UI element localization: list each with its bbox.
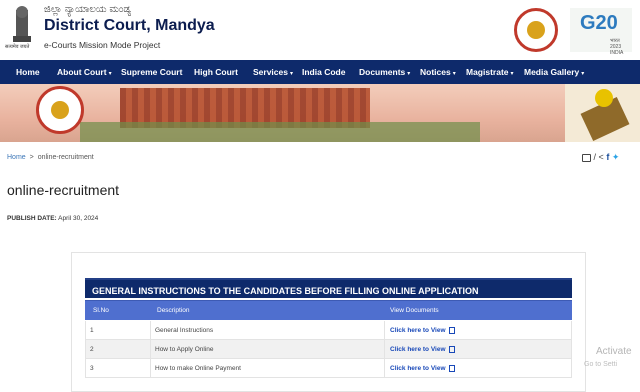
nav-label: High Court — [194, 67, 238, 77]
nav-item-media-gallery[interactable]: Media Gallery ▾ — [524, 60, 584, 84]
high-court-seal-icon — [514, 8, 558, 52]
g20-logo: G20 भारत 2023 INDIA — [570, 8, 632, 56]
table-row: 2 How to Apply Online Click here to View — [85, 340, 572, 359]
pdf-icon — [448, 345, 455, 353]
breadcrumb: Home > online-recruitment — [7, 154, 94, 161]
chevron-down-icon: ▾ — [407, 71, 411, 77]
nav-label: Notices — [420, 67, 451, 77]
view-document-link[interactable]: Click here to View — [390, 359, 455, 378]
publish-date-label: PUBLISH DATE: — [7, 215, 57, 222]
cell-slno: 3 — [90, 365, 94, 372]
link-label: Click here to View — [390, 346, 446, 353]
pdf-icon — [448, 364, 455, 372]
breadcrumb-current: online-recruitment — [37, 154, 94, 161]
share-divider: / — [593, 152, 597, 162]
nav-item-about-court[interactable]: About Court ▾ — [57, 60, 112, 84]
nav-item-supreme-court[interactable]: Supreme Court — [121, 60, 182, 84]
share-icon[interactable]: < — [599, 152, 604, 162]
g20-logo-text: G20 — [580, 12, 618, 34]
court-logo-icon — [36, 86, 84, 134]
share-tools: / < f ✦ — [582, 152, 619, 163]
column-divider — [384, 321, 385, 340]
nav-item-high-court[interactable]: High Court — [194, 60, 238, 84]
chevron-down-icon: ▾ — [108, 71, 112, 77]
column-header-view-documents: View Documents — [390, 307, 439, 314]
main-nav: Home About Court ▾ Supreme Court High Cou… — [0, 60, 640, 84]
breadcrumb-separator: > — [29, 154, 34, 161]
facebook-icon[interactable]: f — [606, 152, 609, 162]
nav-label: Magistrate — [466, 67, 509, 77]
pdf-icon — [448, 326, 455, 334]
breadcrumb-home-link[interactable]: Home — [7, 154, 26, 161]
cell-description: General Instructions — [155, 327, 214, 334]
chevron-down-icon: ▾ — [510, 71, 514, 77]
g20-logo-subtext: भारत 2023 INDIA — [610, 38, 624, 56]
nav-label: Media Gallery — [524, 67, 580, 77]
twitter-icon[interactable]: ✦ — [612, 152, 620, 162]
column-header-description: Description — [157, 307, 190, 314]
site-title[interactable]: District Court, Mandya — [44, 17, 215, 35]
nav-item-documents[interactable]: Documents ▾ — [359, 60, 410, 84]
publish-date-value: April 30, 2024 — [58, 215, 99, 222]
column-divider — [384, 359, 385, 378]
column-divider — [150, 340, 151, 359]
print-icon[interactable] — [582, 153, 591, 162]
nav-label: India Code — [302, 67, 346, 77]
activate-windows-subtext: Go to Setti — [584, 361, 618, 368]
link-label: Click here to View — [390, 327, 446, 334]
cell-description: How to Apply Online — [155, 346, 214, 353]
nav-item-magistrate[interactable]: Magistrate ▾ — [466, 60, 514, 84]
table-header-row: Sl.No Description View Documents — [85, 300, 572, 320]
cell-description: How to make Online Payment — [155, 365, 241, 372]
table-heading: GENERAL INSTRUCTIONS TO THE CANDIDATES B… — [85, 278, 572, 298]
view-document-link[interactable]: Click here to View — [390, 340, 455, 359]
column-divider — [150, 321, 151, 340]
nav-item-india-code[interactable]: India Code — [302, 60, 345, 84]
activate-windows-watermark: Activate — [596, 346, 632, 357]
chevron-down-icon: ▾ — [289, 71, 293, 77]
nav-item-services[interactable]: Services ▾ — [253, 60, 293, 84]
nav-label: Services — [253, 67, 288, 77]
table-row: 1 General Instructions Click here to Vie… — [85, 321, 572, 340]
cell-slno: 1 — [90, 327, 94, 334]
emblem-caption: सत्यमेव जयते — [5, 44, 30, 50]
chevron-down-icon: ▾ — [581, 71, 585, 77]
column-divider — [384, 340, 385, 359]
chevron-down-icon: ▾ — [452, 71, 456, 77]
publish-date: PUBLISH DATE: April 30, 2024 — [7, 215, 98, 222]
column-header-slno: Sl.No — [93, 307, 109, 314]
hero-banner — [0, 84, 640, 142]
table-row: 3 How to make Online Payment Click here … — [85, 359, 572, 378]
nav-label: Documents — [359, 67, 406, 77]
nav-label: Home — [16, 67, 40, 77]
cell-slno: 2 — [90, 346, 94, 353]
link-label: Click here to View — [390, 365, 446, 372]
view-document-link[interactable]: Click here to View — [390, 321, 455, 340]
nav-item-home[interactable]: Home — [16, 60, 40, 84]
site-title-kannada: ಜಿಲ್ಲಾ ನ್ಯಾಯಾಲಯ ಮಂಡ್ಯ — [44, 4, 132, 15]
column-divider — [150, 359, 151, 378]
banner-scales-image — [565, 84, 640, 142]
nav-item-notices[interactable]: Notices ▾ — [420, 60, 456, 84]
page-title: online-recruitment — [7, 182, 120, 198]
site-subtitle: e-Courts Mission Mode Project — [44, 40, 161, 50]
nav-label: Supreme Court — [121, 67, 183, 77]
site-header: सत्यमेव जयते ಜಿಲ್ಲಾ ನ್ಯಾಯಾಲಯ ಮಂಡ್ಯ Distr… — [0, 0, 640, 60]
banner-ground-image — [80, 122, 480, 142]
nav-label: About Court — [57, 67, 107, 77]
